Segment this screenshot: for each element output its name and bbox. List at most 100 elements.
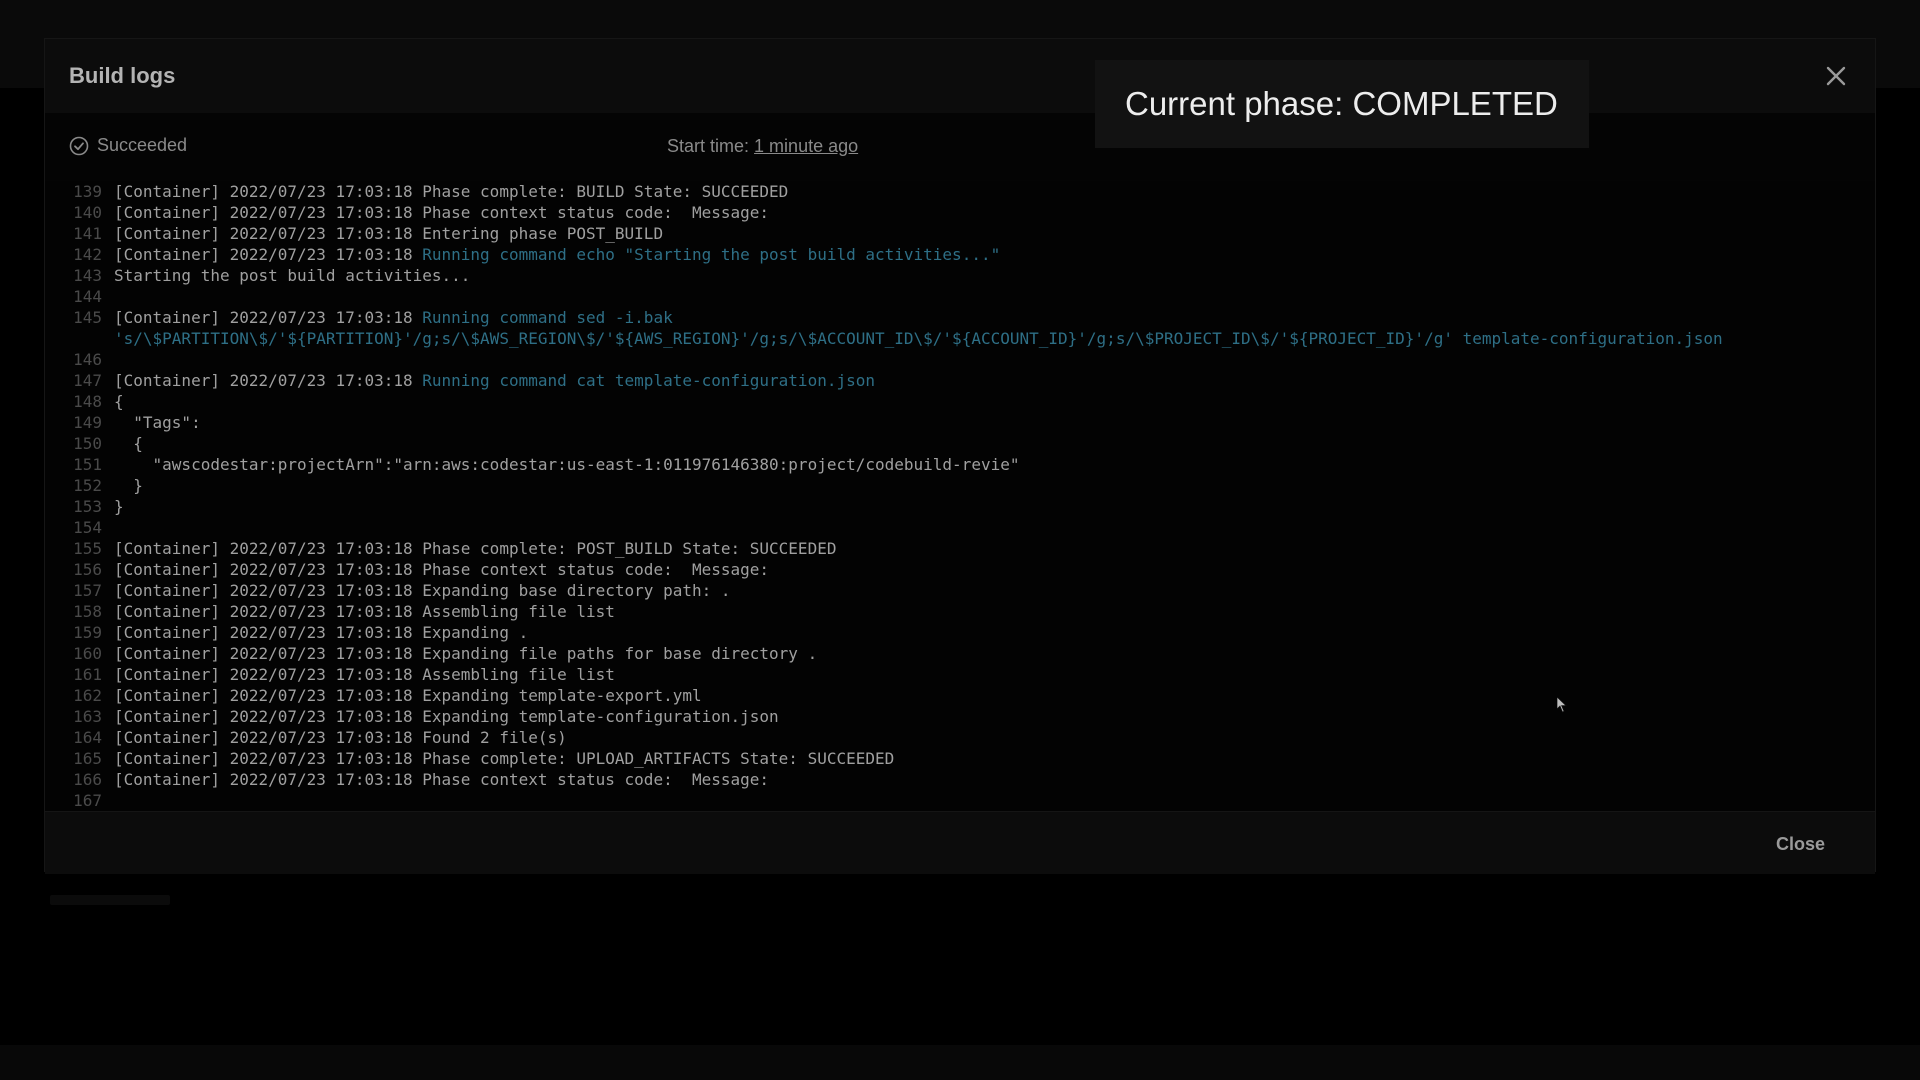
- log-line-number: 140: [73, 203, 102, 222]
- log-message: [Container] 2022/07/23 17:03:18 Assembli…: [114, 602, 615, 621]
- check-circle-icon: [69, 136, 89, 155]
- log-line-number: 159: [73, 623, 102, 642]
- log-message: [Container] 2022/07/23 17:03:18 Phase co…: [114, 749, 895, 768]
- dimmed-footer: [0, 1045, 1920, 1080]
- log-line: 145 [Container] 2022/07/23 17:03:18 Runni…: [45, 307, 1875, 328]
- log-line: 166 [Container] 2022/07/23 17:03:18 Phase…: [45, 769, 1875, 790]
- log-line-text: [Container] 2022/07/23 17:03:18 Expandin…: [102, 706, 779, 727]
- log-command: Running command cat template-configurati…: [422, 371, 875, 390]
- mouse-pointer-icon: [1557, 697, 1567, 713]
- log-line-text: [Container] 2022/07/23 17:03:18 Expandin…: [102, 622, 528, 643]
- build-status-bar: Succeeded Start time: 1 minute ago: [45, 113, 1875, 181]
- log-line-number: 163: [73, 707, 102, 726]
- close-icon[interactable]: [1823, 63, 1849, 89]
- log-line-number: 164: [73, 728, 102, 747]
- start-time-link[interactable]: 1 minute ago: [754, 136, 858, 156]
- log-line: 149 "Tags":: [45, 412, 1875, 433]
- log-line-number: 151: [73, 455, 102, 474]
- log-message: [Container] 2022/07/23 17:03:18 Found 2 …: [114, 728, 567, 747]
- log-message: [Container] 2022/07/23 17:03:18 Entering…: [114, 224, 664, 243]
- log-message: [Container] 2022/07/23 17:03:18 Phase co…: [114, 770, 770, 789]
- log-line-number: 144: [73, 287, 102, 306]
- dimmed-background-content: [50, 895, 170, 905]
- log-line-text: {: [102, 391, 124, 412]
- log-line-text: [Container] 2022/07/23 17:03:18 Entering…: [102, 223, 663, 244]
- close-button[interactable]: Close: [1776, 834, 1825, 855]
- log-message: [Container] 2022/07/23 17:03:18 Expandin…: [114, 686, 702, 705]
- log-line-number: 161: [73, 665, 102, 684]
- log-line-text: [Container] 2022/07/23 17:03:18 Expandin…: [102, 643, 817, 664]
- log-line: 156 [Container] 2022/07/23 17:03:18 Phase…: [45, 559, 1875, 580]
- log-line-text: 's/\$PARTITION\$/'${PARTITION}'/g;s/\$AW…: [102, 328, 1723, 349]
- log-line-text: [Container] 2022/07/23 17:03:18 Phase co…: [102, 202, 769, 223]
- log-line: 148 {: [45, 391, 1875, 412]
- log-line: 163 [Container] 2022/07/23 17:03:18 Expan…: [45, 706, 1875, 727]
- current-phase-text: Current phase: COMPLETED: [1125, 85, 1558, 122]
- log-line: 155 [Container] 2022/07/23 17:03:18 Phase…: [45, 538, 1875, 559]
- log-line-text: [102, 349, 114, 370]
- log-line: 's/\$PARTITION\$/'${PARTITION}'/g;s/\$AW…: [45, 328, 1875, 349]
- log-line: 154: [45, 517, 1875, 538]
- log-line: 165 [Container] 2022/07/23 17:03:18 Phase…: [45, 748, 1875, 769]
- log-line-text: [Container] 2022/07/23 17:03:18 Running …: [102, 244, 1000, 265]
- log-command: Running command sed -i.bak: [422, 308, 673, 327]
- log-line: 161 [Container] 2022/07/23 17:03:18 Assem…: [45, 664, 1875, 685]
- log-line: 151 "awscodestar:projectArn":"arn:aws:co…: [45, 454, 1875, 475]
- log-line-text: "Tags":: [102, 412, 200, 433]
- log-viewer[interactable]: 139 [Container] 2022/07/23 17:03:18 Phase…: [45, 181, 1875, 811]
- log-command: 's/\$PARTITION\$/'${PARTITION}'/g;s/\$AW…: [114, 329, 1723, 348]
- log-line-number: 147: [73, 371, 102, 390]
- modal-header: Build logs: [45, 39, 1875, 113]
- log-line: 139 [Container] 2022/07/23 17:03:18 Phase…: [45, 181, 1875, 202]
- log-message: [Container] 2022/07/23 17:03:18: [114, 371, 423, 390]
- log-message: [Container] 2022/07/23 17:03:18 Phase co…: [114, 203, 770, 222]
- current-phase-tooltip: Current phase: COMPLETED: [1095, 60, 1589, 148]
- log-line: 152 }: [45, 475, 1875, 496]
- log-message: [Container] 2022/07/23 17:03:18 Assembli…: [114, 665, 615, 684]
- build-logs-modal: Build logs Succeeded Start time: 1 minut…: [44, 38, 1876, 874]
- log-line: 146: [45, 349, 1875, 370]
- log-line-number: 158: [73, 602, 102, 621]
- log-line-text: [Container] 2022/07/23 17:03:18 Phase co…: [102, 748, 894, 769]
- log-line: 167: [45, 790, 1875, 811]
- status-text: Succeeded: [97, 135, 188, 155]
- log-message: {: [114, 392, 124, 411]
- log-line-text: [102, 790, 114, 811]
- log-line-text: [Container] 2022/07/23 17:03:18 Phase co…: [102, 559, 769, 580]
- log-line-text: [102, 286, 114, 307]
- log-message: [Container] 2022/07/23 17:03:18: [114, 245, 423, 264]
- log-message: [Container] 2022/07/23 17:03:18: [114, 308, 423, 327]
- log-line: 159 [Container] 2022/07/23 17:03:18 Expan…: [45, 622, 1875, 643]
- log-line-number: [45, 328, 102, 349]
- log-line-text: [Container] 2022/07/23 17:03:18 Phase co…: [102, 769, 769, 790]
- log-line: 142 [Container] 2022/07/23 17:03:18 Runni…: [45, 244, 1875, 265]
- log-line-text: [Container] 2022/07/23 17:03:18 Found 2 …: [102, 727, 567, 748]
- log-line: 141 [Container] 2022/07/23 17:03:18 Enter…: [45, 223, 1875, 244]
- log-line: 153}: [45, 496, 1875, 517]
- log-message: {: [114, 434, 143, 453]
- log-line-number: 156: [73, 560, 102, 579]
- log-line: 160 [Container] 2022/07/23 17:03:18 Expan…: [45, 643, 1875, 664]
- log-message: }: [114, 476, 143, 495]
- log-line-number: 162: [73, 686, 102, 705]
- log-line-number: 141: [73, 224, 102, 243]
- start-time-label: Start time:: [667, 136, 750, 156]
- modal-title: Build logs: [69, 63, 176, 88]
- log-line-number: 150: [73, 434, 102, 453]
- log-line-text: [Container] 2022/07/23 17:03:18 Expandin…: [102, 685, 702, 706]
- log-message: [Container] 2022/07/23 17:03:18 Phase co…: [114, 539, 837, 558]
- log-line: 143 Starting the post build activities...: [45, 265, 1875, 286]
- log-line-text: [Container] 2022/07/23 17:03:18 Running …: [102, 370, 875, 391]
- status-indicator: Succeeded: [69, 135, 187, 156]
- log-message: [Container] 2022/07/23 17:03:18 Expandin…: [114, 623, 529, 642]
- log-line-text: }: [102, 496, 124, 517]
- log-line: 157 [Container] 2022/07/23 17:03:18 Expan…: [45, 580, 1875, 601]
- log-line-text: [Container] 2022/07/23 17:03:18 Expandin…: [102, 580, 731, 601]
- log-line: 147 [Container] 2022/07/23 17:03:18 Runni…: [45, 370, 1875, 391]
- log-line-number: 153: [73, 497, 102, 516]
- log-message: "awscodestar:projectArn":"arn:aws:codest…: [114, 455, 1020, 474]
- log-line-number: 167: [73, 791, 102, 810]
- log-line-number: 149: [73, 413, 102, 432]
- log-message: [Container] 2022/07/23 17:03:18 Expandin…: [114, 581, 731, 600]
- log-line-text: }: [102, 475, 143, 496]
